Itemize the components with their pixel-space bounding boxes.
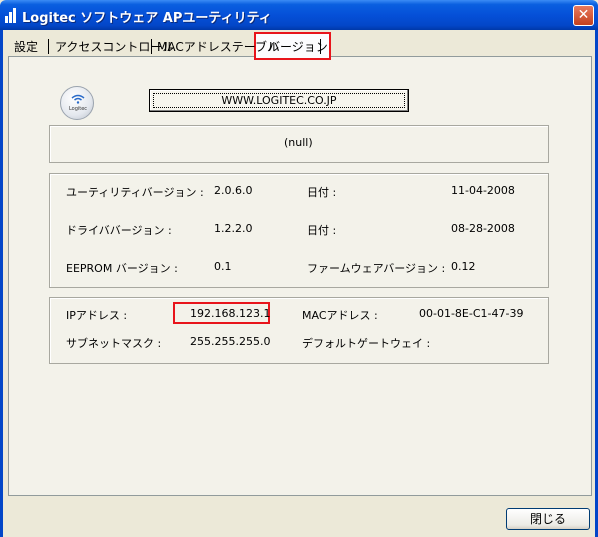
window-title: Logitec ソフトウェア APユーティリティ [22,11,272,26]
close-icon[interactable]: ✕ [573,5,594,26]
window-border-left [0,30,3,537]
driver-date-label: 日付 : [307,224,337,237]
ip-address-label: IPアドレス : [66,309,128,322]
default-gateway-label: デフォルトゲートウェイ : [302,337,431,350]
eeprom-version-label: EEPROM バージョン : [66,262,178,275]
utility-date-label: 日付 : [307,186,337,199]
tab-separator [48,39,49,54]
logitec-logo: Logitec [60,86,94,120]
wifi-icon [71,94,85,104]
website-button[interactable]: WWW.LOGITEC.CO.JP [149,89,409,112]
tab-separator [320,39,321,54]
utility-date-value: 11-04-2008 [451,184,515,197]
tab-separator [151,39,152,54]
app-icon [5,7,19,23]
utility-version-label: ユーティリティバージョン : [66,186,204,199]
eeprom-version-value: 0.1 [214,260,232,273]
firmware-version-value: 0.12 [451,260,476,273]
mac-address-label: MACアドレス : [302,309,378,322]
driver-version-value: 1.2.2.0 [214,222,253,235]
logo-text: Logitec [68,106,88,112]
tab-version[interactable]: バージョン [268,35,328,57]
firmware-version-label: ファームウェアバージョン : [307,262,446,275]
driver-version-label: ドライババージョン : [66,224,172,237]
ip-address-value: 192.168.123.1 [190,307,271,320]
mac-address-value: 00-01-8E-C1-47-39 [419,307,524,320]
tab-settings[interactable]: 設定 [14,35,38,57]
driver-date-value: 08-28-2008 [451,222,515,235]
subnet-mask-value: 255.255.255.0 [190,335,271,348]
subnet-mask-label: サブネットマスク : [66,337,162,350]
title-bar[interactable]: Logitec ソフトウェア APユーティリティ ✕ [0,0,598,30]
close-button[interactable]: 閉じる [506,508,590,530]
tab-mac-address-table[interactable]: MACアドレステーブル [157,35,279,57]
focus-rect [153,93,405,108]
utility-version-value: 2.0.6.0 [214,184,253,197]
null-text: (null) [284,136,313,149]
